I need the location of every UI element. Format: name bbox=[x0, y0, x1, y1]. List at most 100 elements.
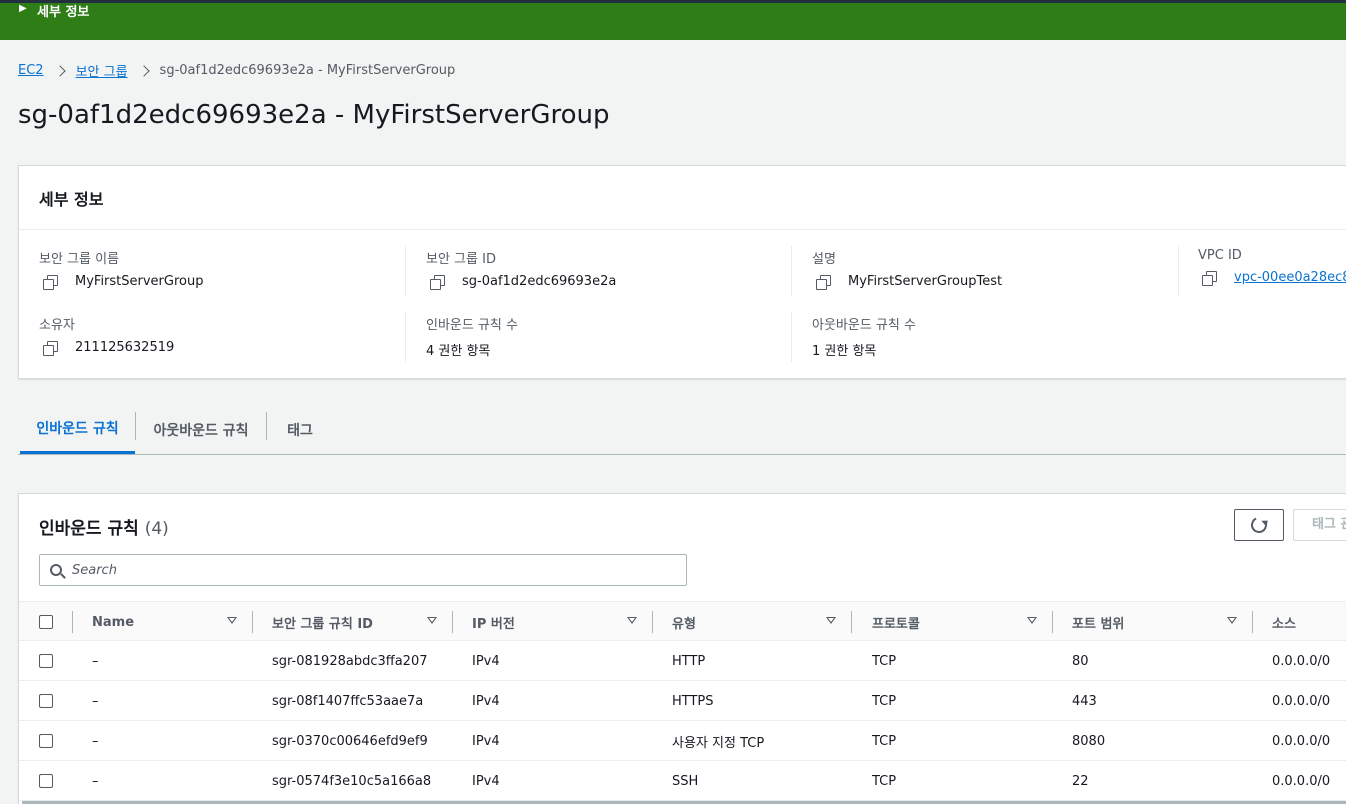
cell-rule-id: sgr-081928abdc3ffa207 bbox=[272, 653, 428, 669]
field-label: 소유자 bbox=[39, 318, 75, 333]
field-value-row: sg-0af1d2edc69693e2a bbox=[426, 274, 617, 290]
table-row: – sgr-081928abdc3ffa207 IPv4 HTTP TCP 80… bbox=[19, 641, 1346, 681]
row-checkbox[interactable] bbox=[39, 694, 53, 708]
breadcrumb-ec2-link[interactable]: EC2 bbox=[18, 63, 44, 78]
cell-port-range: 22 bbox=[1072, 773, 1089, 789]
column-header-name[interactable]: Name bbox=[92, 602, 134, 642]
field-value: 1 권한 항목 bbox=[812, 344, 877, 359]
cell-source: 0.0.0.0/0 bbox=[1272, 773, 1331, 789]
field-value-row: MyFirstServerGroupTest bbox=[812, 274, 1003, 290]
divider bbox=[791, 246, 792, 296]
field-description: 설명 MyFirstServerGroupTest bbox=[812, 248, 1003, 290]
chevron-right-icon bbox=[137, 64, 150, 77]
breadcrumb: EC2 보안 그룹 sg-0af1d2edc69693e2a - MyFirst… bbox=[18, 61, 455, 80]
field-sg-name: 보안 그룹 이름 MyFirstServerGroup bbox=[39, 248, 204, 290]
field-inbound-count: 인바운드 규칙 수 4 권한 항목 bbox=[426, 314, 518, 359]
divider bbox=[405, 312, 406, 362]
inbound-rules-count: (4) bbox=[144, 519, 169, 539]
sort-down-icon[interactable] bbox=[427, 617, 437, 624]
row-checkbox[interactable] bbox=[39, 734, 53, 748]
field-value: 211125632519 bbox=[75, 340, 175, 355]
search-box[interactable] bbox=[39, 554, 687, 586]
divider bbox=[791, 312, 792, 362]
vpc-id-link[interactable]: vpc-00ee0a28ec8c bbox=[1234, 270, 1346, 285]
row-checkbox[interactable] bbox=[39, 774, 53, 788]
copy-icon[interactable] bbox=[1202, 270, 1217, 286]
field-value-row: vpc-00ee0a28ec8c bbox=[1198, 270, 1346, 286]
field-value: 4 권한 항목 bbox=[426, 344, 491, 359]
cell-type: HTTPS bbox=[672, 693, 714, 709]
select-all-checkbox[interactable] bbox=[39, 615, 53, 629]
cell-rule-id: sgr-0370c00646efd9ef9 bbox=[272, 733, 428, 749]
cell-source: 0.0.0.0/0 bbox=[1272, 653, 1331, 669]
tab-inbound-rules[interactable]: 인바운드 규칙 bbox=[20, 405, 135, 454]
field-owner: 소유자 211125632519 bbox=[39, 314, 175, 356]
copy-icon[interactable] bbox=[816, 274, 831, 290]
field-value-row: MyFirstServerGroup bbox=[39, 274, 204, 290]
column-divider[interactable] bbox=[1252, 611, 1253, 633]
field-value: MyFirstServerGroupTest bbox=[848, 274, 1003, 289]
column-divider[interactable] bbox=[851, 611, 852, 633]
field-label: 보안 그룹 ID bbox=[426, 252, 496, 267]
column-header-source[interactable]: 소스 bbox=[1272, 602, 1296, 642]
row-checkbox[interactable] bbox=[39, 654, 53, 668]
sort-down-icon[interactable] bbox=[227, 617, 237, 624]
breadcrumb-security-groups-link[interactable]: 보안 그룹 bbox=[76, 61, 128, 80]
field-value-row: 4 권한 항목 bbox=[426, 340, 518, 359]
flash-bar[interactable]: ▶ 세부 정보 bbox=[0, 3, 1346, 40]
copy-icon[interactable] bbox=[43, 340, 58, 356]
tab-outbound-rules[interactable]: 아웃바운드 규칙 bbox=[136, 405, 266, 454]
column-header-rule-id[interactable]: 보안 그룹 규칙 ID bbox=[272, 602, 373, 642]
table-row: – sgr-0574f3e10c5a166a8 IPv4 SSH TCP 22 … bbox=[19, 761, 1346, 801]
details-heading: 세부 정보 bbox=[39, 190, 104, 209]
sort-down-icon[interactable] bbox=[826, 617, 836, 624]
tab-tags[interactable]: 태그 bbox=[267, 405, 333, 454]
copy-icon[interactable] bbox=[43, 274, 58, 290]
cell-protocol: TCP bbox=[872, 733, 897, 749]
inbound-rules-title: 인바운드 규칙 bbox=[39, 519, 139, 539]
column-divider[interactable] bbox=[1052, 611, 1053, 633]
inbound-rules-heading: 인바운드 규칙 (4) bbox=[39, 514, 169, 539]
column-divider[interactable] bbox=[252, 611, 253, 633]
details-panel: 세부 정보 보안 그룹 이름 MyFirstServerGroup 보안 그룹 … bbox=[18, 165, 1346, 379]
divider bbox=[1178, 246, 1179, 296]
cell-name: – bbox=[92, 733, 99, 749]
cell-protocol: TCP bbox=[872, 773, 897, 789]
cell-ip-version: IPv4 bbox=[472, 653, 500, 669]
column-divider[interactable] bbox=[652, 611, 653, 633]
cell-protocol: TCP bbox=[872, 693, 897, 709]
search-input[interactable] bbox=[72, 562, 672, 578]
triangle-right-icon: ▶ bbox=[19, 3, 27, 14]
tab-bar: 인바운드 규칙 아웃바운드 규칙 태그 bbox=[18, 405, 1346, 455]
cell-type: HTTP bbox=[672, 653, 706, 669]
sort-down-icon[interactable] bbox=[1027, 617, 1037, 624]
field-label: 보안 그룹 이름 bbox=[39, 252, 120, 267]
field-vpc-id: VPC ID vpc-00ee0a28ec8c bbox=[1198, 248, 1346, 286]
field-label: 아웃바운드 규칙 수 bbox=[812, 318, 916, 333]
sort-down-icon[interactable] bbox=[627, 617, 637, 624]
cell-rule-id: sgr-0574f3e10c5a166a8 bbox=[272, 773, 432, 789]
copy-icon[interactable] bbox=[430, 274, 445, 290]
column-header-port-range[interactable]: 포트 범위 bbox=[1072, 602, 1124, 642]
column-divider bbox=[72, 611, 73, 633]
field-value: sg-0af1d2edc69693e2a bbox=[462, 274, 617, 289]
column-divider[interactable] bbox=[452, 611, 453, 633]
column-header-ip-version[interactable]: IP 버전 bbox=[472, 602, 515, 642]
sort-down-icon[interactable] bbox=[1227, 617, 1237, 624]
table-row: – sgr-08f1407ffc53aae7a IPv4 HTTPS TCP 4… bbox=[19, 681, 1346, 721]
cell-type: 사용자 지정 TCP bbox=[672, 735, 765, 751]
cell-source: 0.0.0.0/0 bbox=[1272, 693, 1331, 709]
breadcrumb-current: sg-0af1d2edc69693e2a - MyFirstServerGrou… bbox=[159, 63, 456, 78]
field-value-row: 211125632519 bbox=[39, 340, 175, 356]
field-label: 인바운드 규칙 수 bbox=[426, 318, 518, 333]
cell-name: – bbox=[92, 693, 99, 709]
column-header-protocol[interactable]: 프로토콜 bbox=[872, 602, 920, 642]
field-value: MyFirstServerGroup bbox=[75, 274, 204, 289]
field-label: 설명 bbox=[812, 252, 836, 267]
manage-tags-button[interactable]: 태그 관리 bbox=[1293, 509, 1346, 541]
cell-name: – bbox=[92, 773, 99, 789]
refresh-button[interactable] bbox=[1234, 509, 1284, 541]
column-header-type[interactable]: 유형 bbox=[672, 602, 696, 642]
cell-name: – bbox=[92, 653, 99, 669]
table-row: – sgr-0370c00646efd9ef9 IPv4 사용자 지정 TCP … bbox=[19, 721, 1346, 761]
